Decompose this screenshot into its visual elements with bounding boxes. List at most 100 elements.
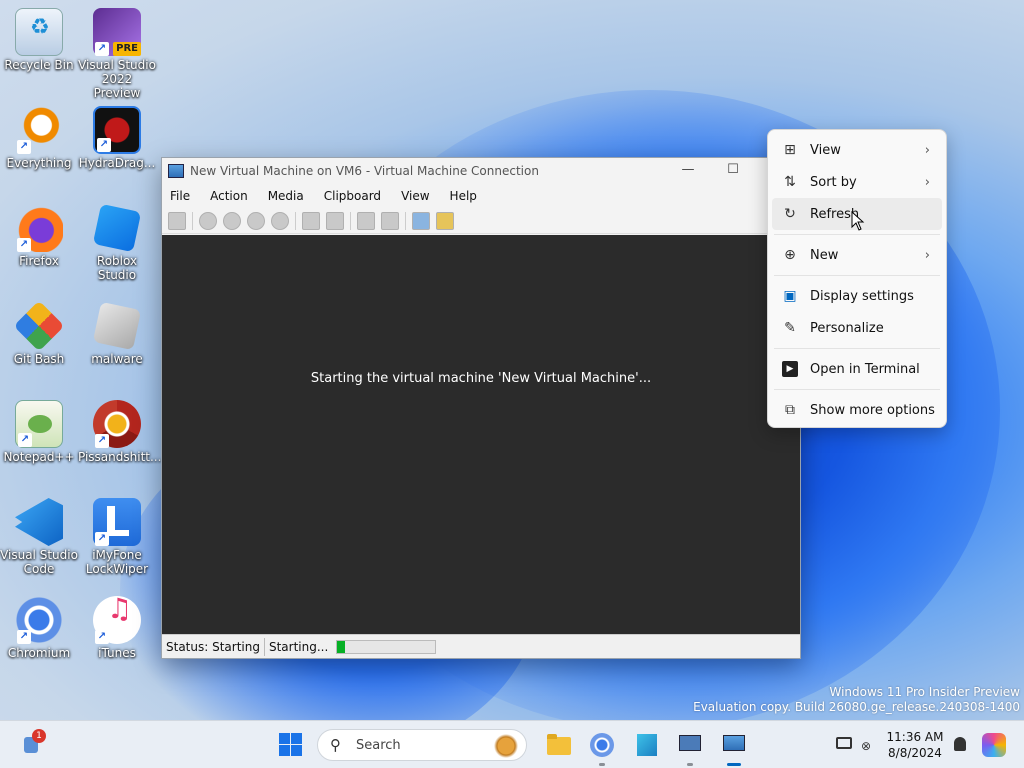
menu-action[interactable]: Action <box>210 189 248 203</box>
start-icon[interactable] <box>199 211 217 230</box>
menu-bar: File Action Media Clipboard View Help <box>162 184 800 208</box>
shutdown-icon[interactable] <box>247 211 265 230</box>
weather-widget-icon[interactable]: 1 <box>20 729 48 759</box>
desktop-icon-visual-studio-2022[interactable]: PRE ↗ Visual Studio 2022 Preview <box>78 8 156 100</box>
shortcut-arrow-icon: ↗ <box>95 532 109 546</box>
system-clock[interactable]: 11:36 AM 8/8/2024 <box>880 729 950 761</box>
title-bar[interactable]: New Virtual Machine on VM6 - Virtual Mac… <box>162 158 800 184</box>
desktop-icon-label: Firefox <box>19 254 59 268</box>
desktop-icon-label: Pissandshitt... <box>78 450 162 464</box>
context-item-label: New <box>810 247 839 263</box>
context-item-open-in-terminal[interactable]: ▶ Open in Terminal <box>772 353 942 385</box>
desktop-icon-firefox[interactable]: ↗ Firefox <box>0 204 78 268</box>
sort-icon: ⇅ <box>784 174 796 190</box>
chromium-taskbar-icon[interactable] <box>588 731 616 766</box>
share-icon[interactable] <box>436 211 454 230</box>
resume-icon[interactable] <box>326 211 344 230</box>
desktop-icon-recycle-bin[interactable]: ♻ Recycle Bin <box>0 8 78 72</box>
roblox-studio-icon <box>92 203 142 253</box>
terminal-icon: ▶ <box>782 361 798 377</box>
status-label: Status: Starting <box>162 637 265 656</box>
context-item-label: Show more options <box>810 402 935 418</box>
menu-media[interactable]: Media <box>268 189 304 203</box>
menu-help[interactable]: Help <box>450 189 477 203</box>
revert-icon[interactable] <box>381 211 399 230</box>
desktop-icon-label: Chromium <box>7 646 71 660</box>
desktop-icon-chromium[interactable]: ↗ Chromium <box>0 596 78 660</box>
menu-clipboard[interactable]: Clipboard <box>324 189 381 203</box>
display-settings-icon: ▣ <box>783 288 797 304</box>
desktop-icon-label: iTunes <box>98 646 136 660</box>
ctrl-alt-del-icon[interactable] <box>168 211 186 230</box>
maximize-button[interactable]: ☐ <box>713 162 753 177</box>
tray-device-icon[interactable] <box>830 731 858 759</box>
notification-badge: 1 <box>32 729 46 743</box>
running-indicator <box>687 763 693 766</box>
context-item-view[interactable]: ⊞ View › <box>772 134 942 166</box>
clock-time: 11:36 AM <box>886 730 944 744</box>
context-item-display-settings[interactable]: ▣ Display settings <box>772 280 942 312</box>
desktop-icon-label: Everything <box>6 156 72 170</box>
desktop-icon-imyfone-lockwiper[interactable]: ↗ iMyFone LockWiper <box>78 498 156 576</box>
toolbar-separator <box>295 211 296 230</box>
status-detail: Starting... <box>268 639 329 654</box>
desktop-icon-hydradrag[interactable]: ↗ HydraDrag... <box>78 106 156 170</box>
notification-bell-icon[interactable] <box>946 731 974 759</box>
copilot-icon[interactable] <box>980 731 1008 759</box>
checkpoint-icon[interactable] <box>357 211 375 230</box>
taskbar: 1 ⚲ Search ⊗ 11:36 AM 8/8/2024 <box>0 720 1024 768</box>
menu-file[interactable]: File <box>170 189 190 203</box>
context-item-personalize[interactable]: ✎ Personalize <box>772 312 942 344</box>
vm-connection-taskbar-icon[interactable] <box>720 731 748 766</box>
desktop-icon-label: iMyFone LockWiper <box>85 548 149 576</box>
shortcut-arrow-icon: ↗ <box>17 630 31 644</box>
context-item-sort-by[interactable]: ⇅ Sort by › <box>772 166 942 198</box>
hydra-icon: ↗ <box>93 106 141 154</box>
desktop-icon-git-bash[interactable]: Git Bash <box>0 300 78 366</box>
grid-icon: ⊞ <box>784 142 796 158</box>
file-explorer-icon[interactable] <box>545 731 573 759</box>
minimize-button[interactable]: — <box>668 162 708 177</box>
desktop-icon-notepad-plus-plus[interactable]: ↗ Notepad++ <box>0 400 78 464</box>
mouse-cursor-icon <box>851 211 865 231</box>
desktop-icon-everything[interactable]: ↗ Everything <box>0 106 78 170</box>
menu-view[interactable]: View <box>401 189 429 203</box>
lockwiper-icon: ↗ <box>93 498 141 546</box>
context-item-label: Open in Terminal <box>810 361 920 377</box>
desktop-icon-itunes[interactable]: ♫ ↗ iTunes <box>78 595 156 660</box>
pause-icon[interactable] <box>302 211 320 230</box>
hyper-v-manager-icon[interactable] <box>676 731 704 766</box>
desktop-icon-roblox-studio[interactable]: Roblox Studio <box>78 203 156 282</box>
search-icon: ⚲ <box>330 736 341 754</box>
desktop-icon-label: malware <box>91 352 143 366</box>
progress-bar <box>336 639 437 654</box>
menu-separator <box>774 348 940 349</box>
desktop-icon-label: HydraDrag... <box>78 156 156 170</box>
app-cube-icon[interactable] <box>633 731 661 759</box>
context-item-label: View <box>810 142 841 158</box>
context-item-new[interactable]: ⊕ New › <box>772 239 942 271</box>
start-button[interactable] <box>277 731 305 759</box>
vm-connection-window[interactable]: New Virtual Machine on VM6 - Virtual Mac… <box>161 157 801 659</box>
menu-separator <box>774 389 940 390</box>
enhanced-session-icon[interactable] <box>412 211 430 230</box>
taskbar-search-box[interactable]: ⚲ Search <box>317 729 527 761</box>
toolbar-separator <box>350 211 351 230</box>
desktop-icon-pissandshitt[interactable]: ↗ Pissandshitt... <box>78 400 162 464</box>
more-options-icon: ⧉ <box>785 402 795 418</box>
network-disconnected-icon[interactable]: ⊗ <box>855 731 883 759</box>
shortcut-arrow-icon: ↗ <box>95 42 109 56</box>
context-item-label: Sort by <box>810 174 857 190</box>
desktop-icon-vscode[interactable]: Visual Studio Code <box>0 498 78 576</box>
toolbar-separator <box>192 211 193 230</box>
desktop-icon-malware[interactable]: malware <box>78 301 156 366</box>
context-item-label: Personalize <box>810 320 884 336</box>
toolbar-separator <box>405 211 406 230</box>
context-item-show-more-options[interactable]: ⧉ Show more options <box>772 394 942 426</box>
vm-screen[interactable]: Starting the virtual machine 'New Virtua… <box>162 235 800 635</box>
shortcut-arrow-icon: ↗ <box>18 433 32 447</box>
turn-off-icon[interactable] <box>223 211 241 230</box>
chromium-icon: ↗ <box>15 596 63 644</box>
magnifier-icon: ↗ <box>15 106 63 154</box>
save-state-icon[interactable] <box>271 211 289 230</box>
